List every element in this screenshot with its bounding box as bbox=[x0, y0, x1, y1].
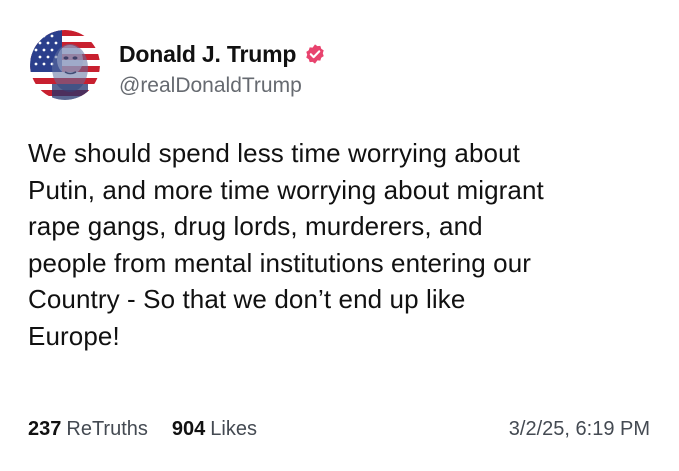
likes-stat[interactable]: 904 Likes bbox=[172, 418, 257, 441]
author-name-row: Donald J. Trump bbox=[119, 39, 326, 69]
author-display-name[interactable]: Donald J. Trump bbox=[119, 41, 296, 68]
author-handle[interactable]: @realDonaldTrump bbox=[119, 74, 302, 98]
avatar-image bbox=[30, 30, 100, 100]
post-card: Donald J. Trump @realDonaldTrump We shou… bbox=[0, 0, 679, 471]
likes-label: Likes bbox=[210, 417, 257, 440]
retruths-label: ReTruths bbox=[66, 417, 148, 440]
retruths-stat[interactable]: 237 ReTruths bbox=[28, 418, 148, 441]
post-body-text: We should spend less time worrying about… bbox=[28, 138, 544, 351]
post-timestamp[interactable]: 3/2/25, 6:19 PM bbox=[509, 414, 650, 444]
retruths-count: 237 bbox=[28, 417, 62, 440]
verified-badge-icon bbox=[304, 43, 326, 65]
profile-avatar[interactable] bbox=[30, 30, 100, 100]
post-stats: 237 ReTruths 904 Likes bbox=[28, 414, 257, 444]
likes-count: 904 bbox=[171, 417, 206, 440]
